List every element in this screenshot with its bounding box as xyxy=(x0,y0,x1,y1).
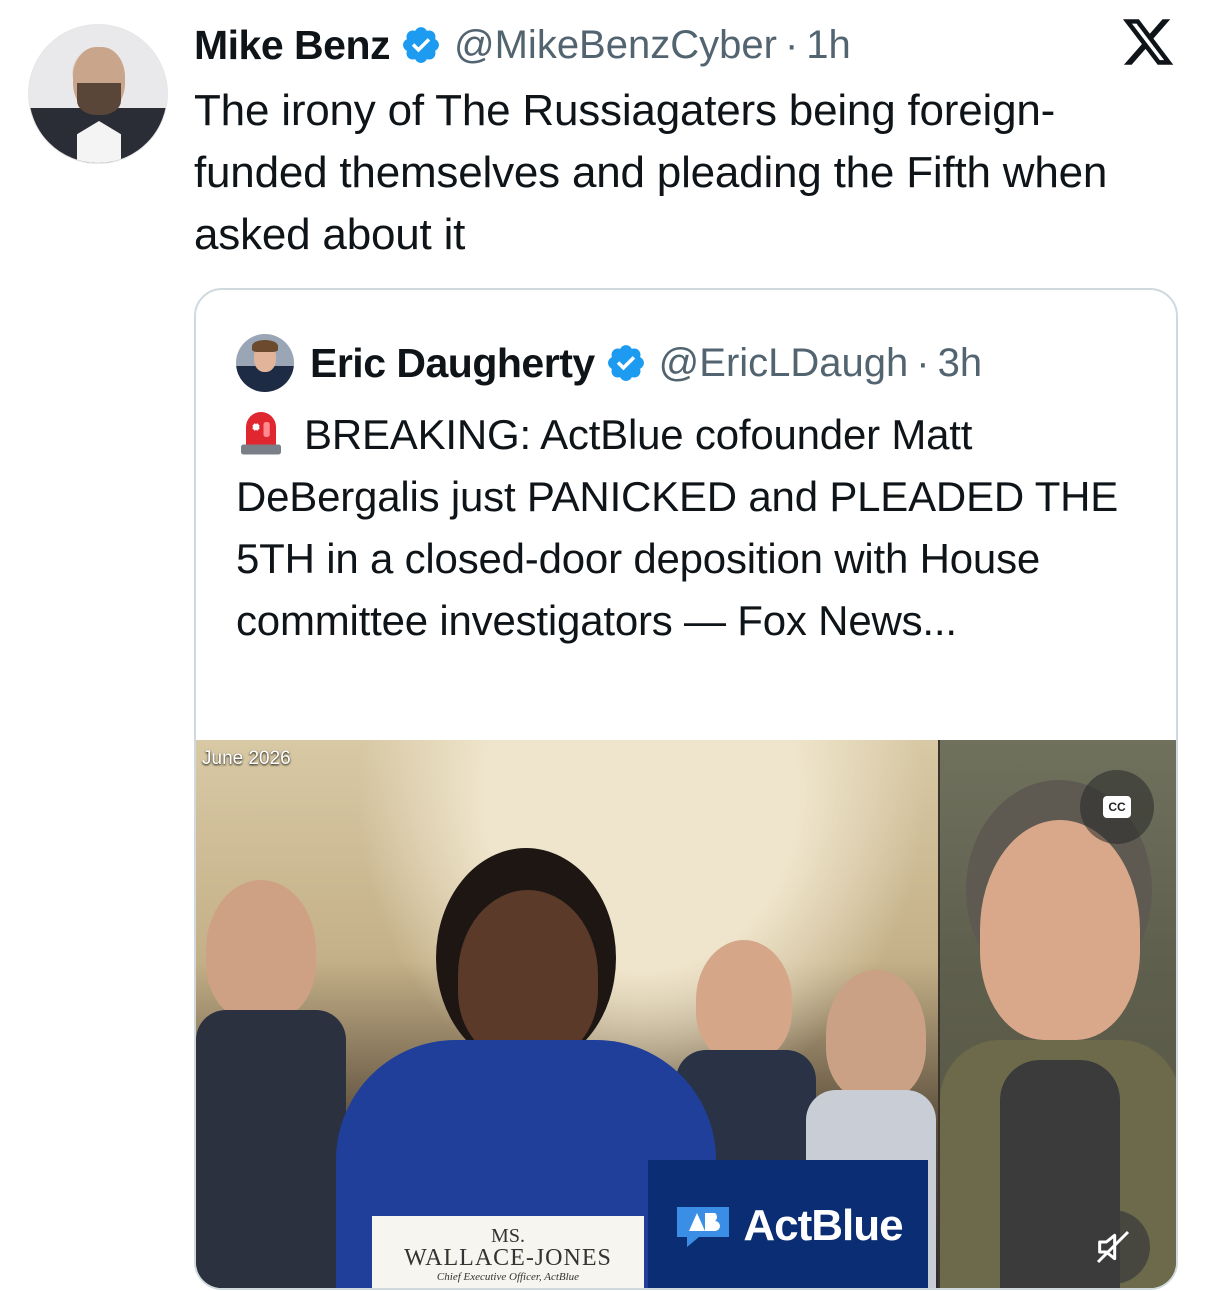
quote-text: BREAKING: ActBlue cofounder Matt DeBerga… xyxy=(236,411,1119,644)
tweet-text: The irony of The Russiagaters being fore… xyxy=(194,86,1108,259)
actblue-text: ActBlue xyxy=(743,1201,903,1250)
mute-icon xyxy=(1096,1230,1130,1264)
actblue-logo-icon xyxy=(677,1207,730,1247)
quote-header: Eric Daugherty @EricLDaugh · 3h xyxy=(236,330,982,396)
nameplate-name: WALLACE-JONES xyxy=(404,1245,612,1271)
quote-author-name[interactable]: Eric Daugherty xyxy=(310,340,595,387)
quote-text-block: BREAKING: ActBlue cofounder Matt DeBerga… xyxy=(236,404,1156,652)
nameplate: MS. WALLACE-JONES Chief Executive Office… xyxy=(372,1216,644,1288)
author-handle[interactable]: @MikeBenzCyber xyxy=(454,23,777,68)
author-name[interactable]: Mike Benz xyxy=(194,22,391,69)
quote-timestamp[interactable]: 3h xyxy=(938,341,983,386)
quote-media[interactable]: June 2026 MS. WALLACE-JONES Chief Execut… xyxy=(196,740,1176,1288)
hearing-image[interactable]: June 2026 MS. WALLACE-JONES Chief Execut… xyxy=(196,740,938,1288)
quote-author-avatar[interactable] xyxy=(236,334,294,392)
quote-tweet[interactable]: Eric Daugherty @EricLDaugh · 3h BREAKING… xyxy=(194,288,1178,1290)
actblue-banner: ActBlue xyxy=(648,1160,928,1288)
tweet-header: Mike Benz @MikeBenzCyber · 1h xyxy=(194,18,851,72)
captions-button[interactable]: CC xyxy=(1080,770,1154,844)
nameplate-ms: MS. xyxy=(491,1225,525,1247)
separator-dot: · xyxy=(784,22,799,67)
cc-icon: CC xyxy=(1103,796,1131,818)
separator-dot: · xyxy=(916,340,930,385)
siren-emoji-icon xyxy=(241,412,281,455)
mute-button[interactable] xyxy=(1076,1210,1150,1284)
author-avatar[interactable] xyxy=(28,24,168,164)
media-date-label: June 2026 xyxy=(202,748,291,769)
verified-badge-icon xyxy=(403,27,439,63)
timestamp[interactable]: 1h xyxy=(806,23,851,68)
nameplate-title: Chief Executive Officer, ActBlue xyxy=(436,1271,580,1283)
tweet[interactable]: Mike Benz @MikeBenzCyber · 1h The irony … xyxy=(0,0,1206,1291)
quote-author-handle[interactable]: @EricLDaugh xyxy=(659,341,909,386)
verified-badge-icon xyxy=(607,345,644,381)
x-logo-icon xyxy=(1122,19,1174,65)
